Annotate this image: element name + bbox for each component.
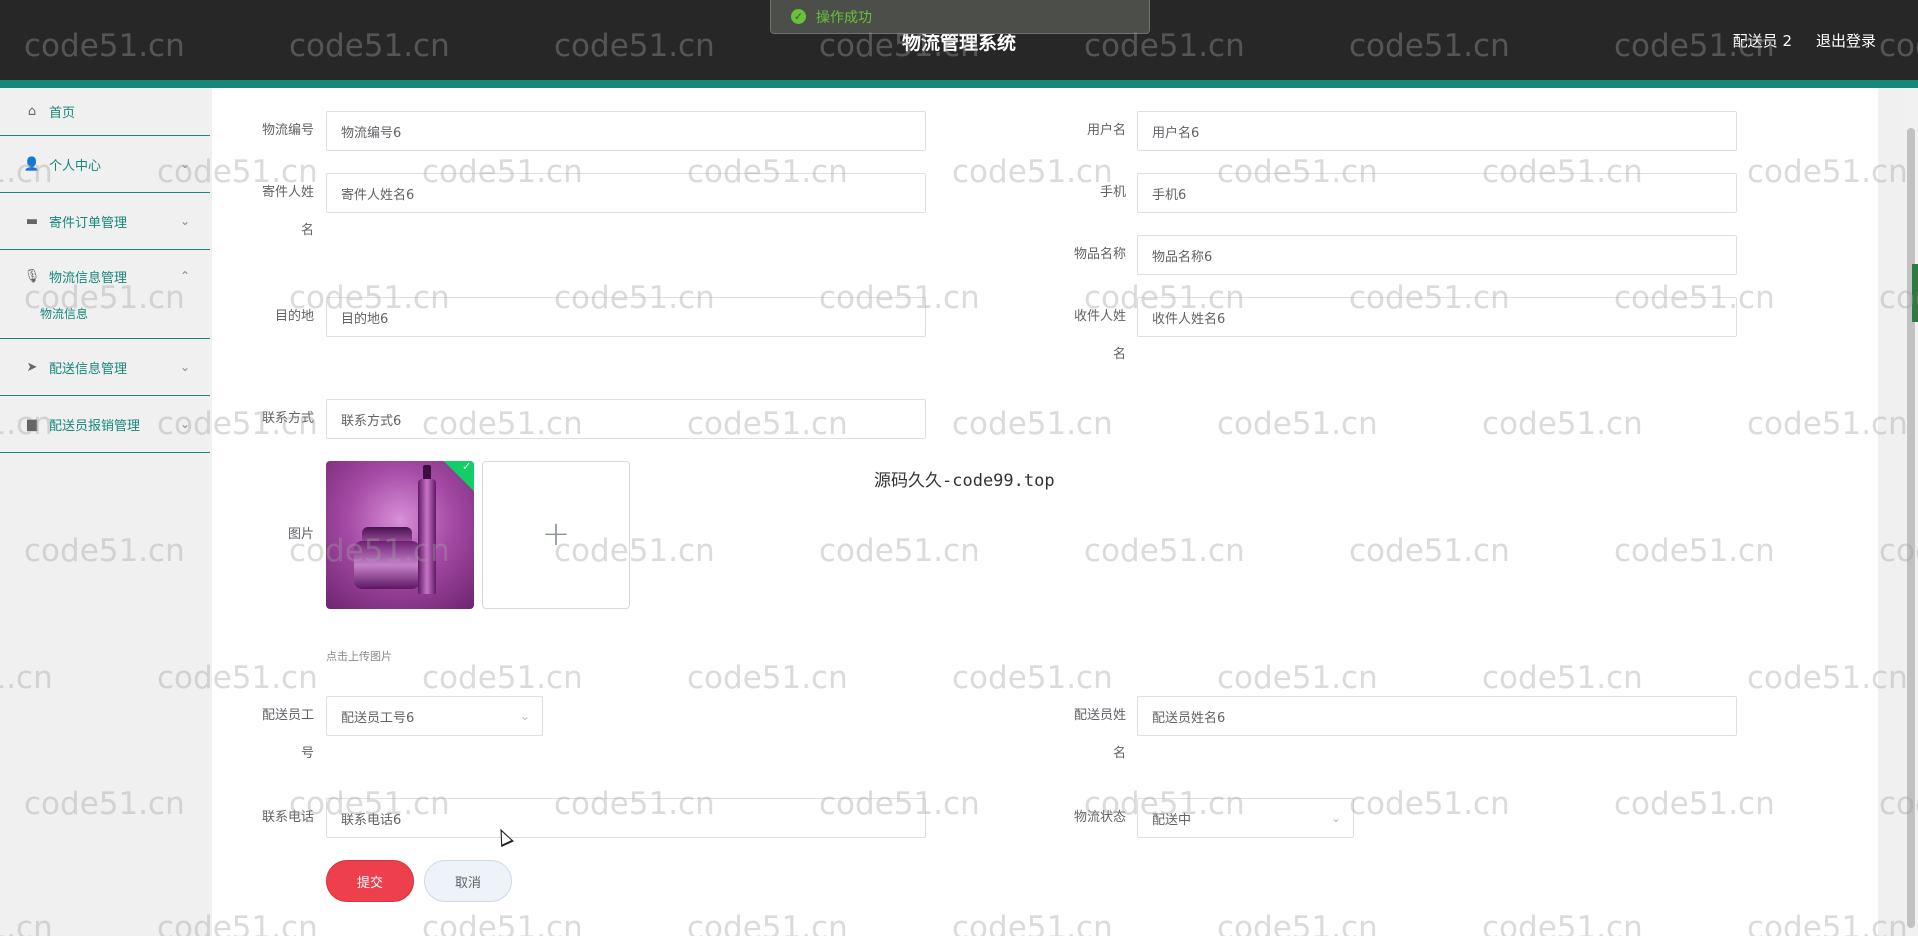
image-upload-button[interactable]: +: [482, 461, 630, 609]
logout-link[interactable]: 退出登录: [1816, 30, 1876, 51]
label-courier-name: 配送员姓名: [1036, 697, 1126, 773]
label-status: 物流状态: [1073, 810, 1126, 825]
toast-text: 操作成功: [816, 9, 872, 26]
label-courier-name-text: 配送员姓名: [1073, 708, 1126, 761]
submit-button[interactable]: 提交: [326, 860, 414, 902]
overlay-site-text: 源码久久-code99.top: [874, 471, 1055, 491]
label-receiver-name-text: 收件人姓名: [1073, 309, 1126, 362]
chevron-down-icon: ⌄: [1330, 811, 1341, 825]
sidebar-item-label: 首页: [49, 106, 76, 121]
sidebar-item-delivery[interactable]: ➤ 配送信息管理 ⌄: [0, 339, 210, 396]
courier-id-value: 配送员工号6: [341, 710, 415, 726]
plus-icon: +: [541, 514, 571, 554]
label-courier-id: 配送员工号: [224, 697, 314, 773]
sidebar-group-logistics: 🎙 物流信息管理 ⌃ 物流信息: [0, 250, 210, 339]
label-image: 图片: [287, 527, 314, 542]
status-select[interactable]: 配送中 ⌄: [1137, 798, 1354, 838]
phone-input[interactable]: [1137, 173, 1737, 213]
receiver-name-input[interactable]: [1137, 297, 1737, 337]
sidebar-item-label: 配送信息管理: [49, 361, 128, 377]
upload-hint: 点击上传图片: [326, 650, 392, 663]
chevron-down-icon: ⌄: [179, 214, 190, 228]
label-sender-name: 寄件人姓名: [224, 174, 314, 250]
success-icon: ✓: [791, 9, 806, 24]
header-accent-bar: [0, 80, 1918, 88]
check-icon: ✓: [462, 461, 472, 473]
side-tab[interactable]: [1912, 264, 1918, 322]
sidebar-item-orders[interactable]: ▬ 寄件订单管理 ⌄: [0, 193, 210, 250]
cancel-button[interactable]: 取消: [424, 860, 512, 902]
chat-icon: ▬: [25, 213, 39, 229]
logistics-no-input[interactable]: [326, 111, 926, 151]
label-contact: 联系方式: [261, 411, 314, 426]
scrollbar-thumb[interactable]: [1907, 128, 1915, 928]
contact-input[interactable]: [326, 399, 926, 439]
upload-success-badge: ✓: [442, 461, 474, 493]
sidebar-item-label: 个人中心: [49, 158, 102, 174]
label-receiver-name: 收件人姓名: [1036, 298, 1126, 374]
sidebar: ⌂ 首页 👤 个人中心 ⌄ ▬ 寄件订单管理 ⌄ 🎙 物流信息管理 ⌃ 物流信息…: [0, 88, 210, 936]
sidebar-item-label: 配送员报销管理: [49, 418, 141, 434]
label-username: 用户名: [1086, 123, 1126, 138]
user-icon: 👤: [23, 156, 41, 172]
mouse-cursor-inner: [497, 829, 512, 845]
page-scrollbar[interactable]: [1904, 88, 1918, 936]
sidebar-item-profile[interactable]: 👤 个人中心 ⌄: [0, 136, 210, 193]
label-logistics-no: 物流编号: [261, 123, 314, 138]
chevron-up-icon: ⌃: [179, 269, 190, 283]
label-sender-name-text: 寄件人姓名: [261, 185, 314, 238]
success-toast: ✓ 操作成功: [770, 0, 1150, 34]
sidebar-item-home[interactable]: ⌂ 首页: [0, 88, 210, 136]
contact-phone-input[interactable]: [326, 798, 926, 838]
item-name-input[interactable]: [1137, 235, 1737, 275]
sidebar-subitem-logistics-info[interactable]: 物流信息: [0, 302, 210, 338]
chevron-down-icon: ⌄: [179, 157, 190, 171]
status-value: 配送中: [1152, 812, 1192, 828]
label-item-name: 物品名称: [1073, 247, 1126, 262]
chevron-down-icon: ⌄: [519, 709, 530, 723]
product-jar: [354, 541, 420, 589]
label-destination: 目的地: [274, 309, 314, 324]
courier-name-input[interactable]: [1137, 696, 1737, 736]
user-area: 配送员 2 退出登录: [1733, 30, 1876, 51]
chevron-down-icon: ⌄: [179, 360, 190, 374]
chevron-down-icon: ⌄: [179, 417, 190, 431]
sidebar-item-reimbursement[interactable]: ▆ 配送员报销管理 ⌄: [0, 396, 210, 453]
label-courier-id-text: 配送员工号: [261, 708, 314, 761]
sidebar-item-label: 寄件订单管理: [49, 215, 128, 231]
sender-name-input[interactable]: [326, 173, 926, 213]
send-icon: ➤: [26, 359, 38, 375]
uploaded-image-thumbnail[interactable]: ✓: [326, 461, 474, 609]
home-icon: ⌂: [27, 104, 37, 119]
product-bottle: [418, 479, 436, 594]
sidebar-item-logistics[interactable]: 🎙 物流信息管理 ⌃: [0, 250, 210, 302]
username-input[interactable]: [1137, 111, 1737, 151]
destination-input[interactable]: [326, 297, 926, 337]
microphone-icon: 🎙: [23, 268, 41, 284]
label-contact-phone: 联系电话: [261, 810, 314, 825]
courier-id-select[interactable]: 配送员工号6 ⌄: [326, 696, 543, 736]
label-phone: 手机: [1099, 185, 1126, 200]
sidebar-item-label: 物流信息管理: [49, 270, 128, 286]
current-user[interactable]: 配送员 2: [1733, 30, 1792, 51]
monitor-icon: ▆: [27, 416, 37, 432]
